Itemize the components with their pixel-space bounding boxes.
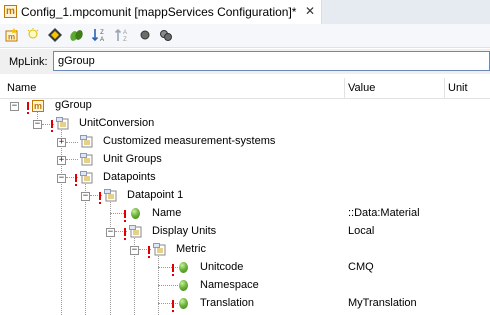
- svg-text:A: A: [100, 37, 104, 43]
- light-icon[interactable]: [25, 27, 41, 43]
- collapse-icon[interactable]: −: [130, 246, 139, 255]
- tree-row[interactable]: + Unit Groups: [0, 151, 490, 169]
- parameter-leaf-icon: [179, 280, 188, 291]
- tree-row[interactable]: − Display Units Local: [0, 223, 490, 241]
- tree-row[interactable]: + Customized measurement-systems: [0, 133, 490, 151]
- svg-text:Z: Z: [123, 37, 127, 43]
- tree-label: Datapoint 1: [127, 189, 184, 201]
- close-icon[interactable]: ✕: [305, 4, 315, 18]
- parameter-leaf-icon: [179, 298, 188, 309]
- group-icon: [80, 171, 93, 184]
- tab-config[interactable]: m Config_1.mpcomunit [mappServices Confi…: [0, 0, 322, 24]
- mplink-input[interactable]: gGroup: [53, 51, 490, 71]
- tree-value[interactable]: CMQ: [348, 261, 374, 273]
- tree-row[interactable]: Translation MyTranslation: [0, 295, 490, 313]
- parameter-leaf-icon: [131, 208, 140, 219]
- tree-row[interactable]: − Datapoints: [0, 169, 490, 187]
- svg-text:A: A: [123, 30, 127, 36]
- tree-value[interactable]: ::Data:Material: [348, 207, 420, 219]
- mplink-label: MpLink:: [9, 56, 48, 68]
- tree-label: gGroup: [55, 99, 92, 111]
- circle-icon[interactable]: [137, 27, 153, 43]
- group-icon: [80, 135, 93, 148]
- group-icon: [104, 189, 117, 202]
- collapse-icon[interactable]: −: [33, 120, 42, 129]
- toolbar: m Z A A Z: [0, 24, 490, 48]
- column-divider[interactable]: [344, 78, 345, 98]
- tree-label: Unitcode: [200, 261, 244, 273]
- required-marker-icon: [172, 264, 174, 276]
- required-marker-icon: [99, 192, 101, 204]
- column-unit[interactable]: Unit: [448, 82, 468, 94]
- required-marker-icon: [172, 300, 174, 312]
- group-icon: [56, 117, 69, 130]
- tab-bar: m Config_1.mpcomunit [mappServices Confi…: [0, 0, 490, 25]
- collapse-icon[interactable]: −: [81, 192, 90, 201]
- collapse-icon[interactable]: −: [10, 102, 19, 111]
- tree-label: Metric: [176, 243, 206, 255]
- tree-label: Name: [152, 207, 182, 219]
- group-icon: [129, 225, 142, 238]
- column-header: Name Value Unit: [0, 78, 490, 99]
- expand-icon[interactable]: +: [57, 138, 66, 147]
- required-marker-icon: [51, 120, 53, 132]
- tree-row[interactable]: Name ::Data:Material: [0, 205, 490, 223]
- tree-label: Translation: [200, 297, 255, 309]
- parameter-leaf-icon: [179, 262, 188, 273]
- collapse-icon[interactable]: −: [106, 228, 115, 237]
- required-marker-icon: [124, 228, 126, 240]
- tree-row[interactable]: Unitcode CMQ: [0, 259, 490, 277]
- svg-text:Z: Z: [100, 30, 104, 36]
- column-name[interactable]: Name: [7, 82, 36, 94]
- group-icon: [153, 243, 166, 256]
- tree-label: Unit Groups: [103, 153, 162, 165]
- tree-label: Namespace: [200, 279, 259, 291]
- required-marker-icon: [75, 174, 77, 186]
- tree-label: Datapoints: [103, 171, 156, 183]
- tree-row[interactable]: − Metric: [0, 241, 490, 259]
- mplink-row: MpLink: gGroup: [0, 49, 490, 74]
- mpcomunit-file-icon: m: [4, 5, 17, 18]
- add-icon[interactable]: m: [4, 27, 20, 43]
- collapse-icon[interactable]: −: [57, 174, 66, 183]
- column-value[interactable]: Value: [348, 82, 375, 94]
- svg-text:m: m: [8, 33, 15, 42]
- tab-title: Config_1.mpcomunit [mappServices Configu…: [21, 5, 297, 19]
- sort-descending-icon[interactable]: Z A: [91, 27, 107, 43]
- required-marker-icon: [27, 102, 29, 114]
- tree-row[interactable]: − m gGroup: [0, 97, 490, 115]
- tree-row[interactable]: − Datapoint 1: [0, 187, 490, 205]
- tree-label: Customized measurement-systems: [103, 135, 276, 147]
- tree-label: Display Units: [152, 225, 217, 237]
- expand-icon[interactable]: +: [57, 156, 66, 165]
- circles-icon[interactable]: [158, 27, 174, 43]
- tree-value[interactable]: MyTranslation: [348, 297, 417, 309]
- tree-row[interactable]: − UnitConversion: [0, 115, 490, 133]
- tree-row[interactable]: Namespace: [0, 277, 490, 295]
- mpcomunit-icon: m: [32, 100, 44, 112]
- tree-label: UnitConversion: [79, 117, 155, 129]
- sort-ascending-icon[interactable]: A Z: [114, 27, 130, 43]
- leaves-icon[interactable]: [68, 27, 84, 43]
- required-marker-icon: [148, 246, 150, 258]
- navigate-icon[interactable]: [47, 27, 63, 43]
- column-divider[interactable]: [444, 78, 445, 98]
- required-marker-icon: [124, 210, 126, 222]
- tree-value[interactable]: Local: [348, 225, 374, 237]
- group-icon: [80, 153, 93, 166]
